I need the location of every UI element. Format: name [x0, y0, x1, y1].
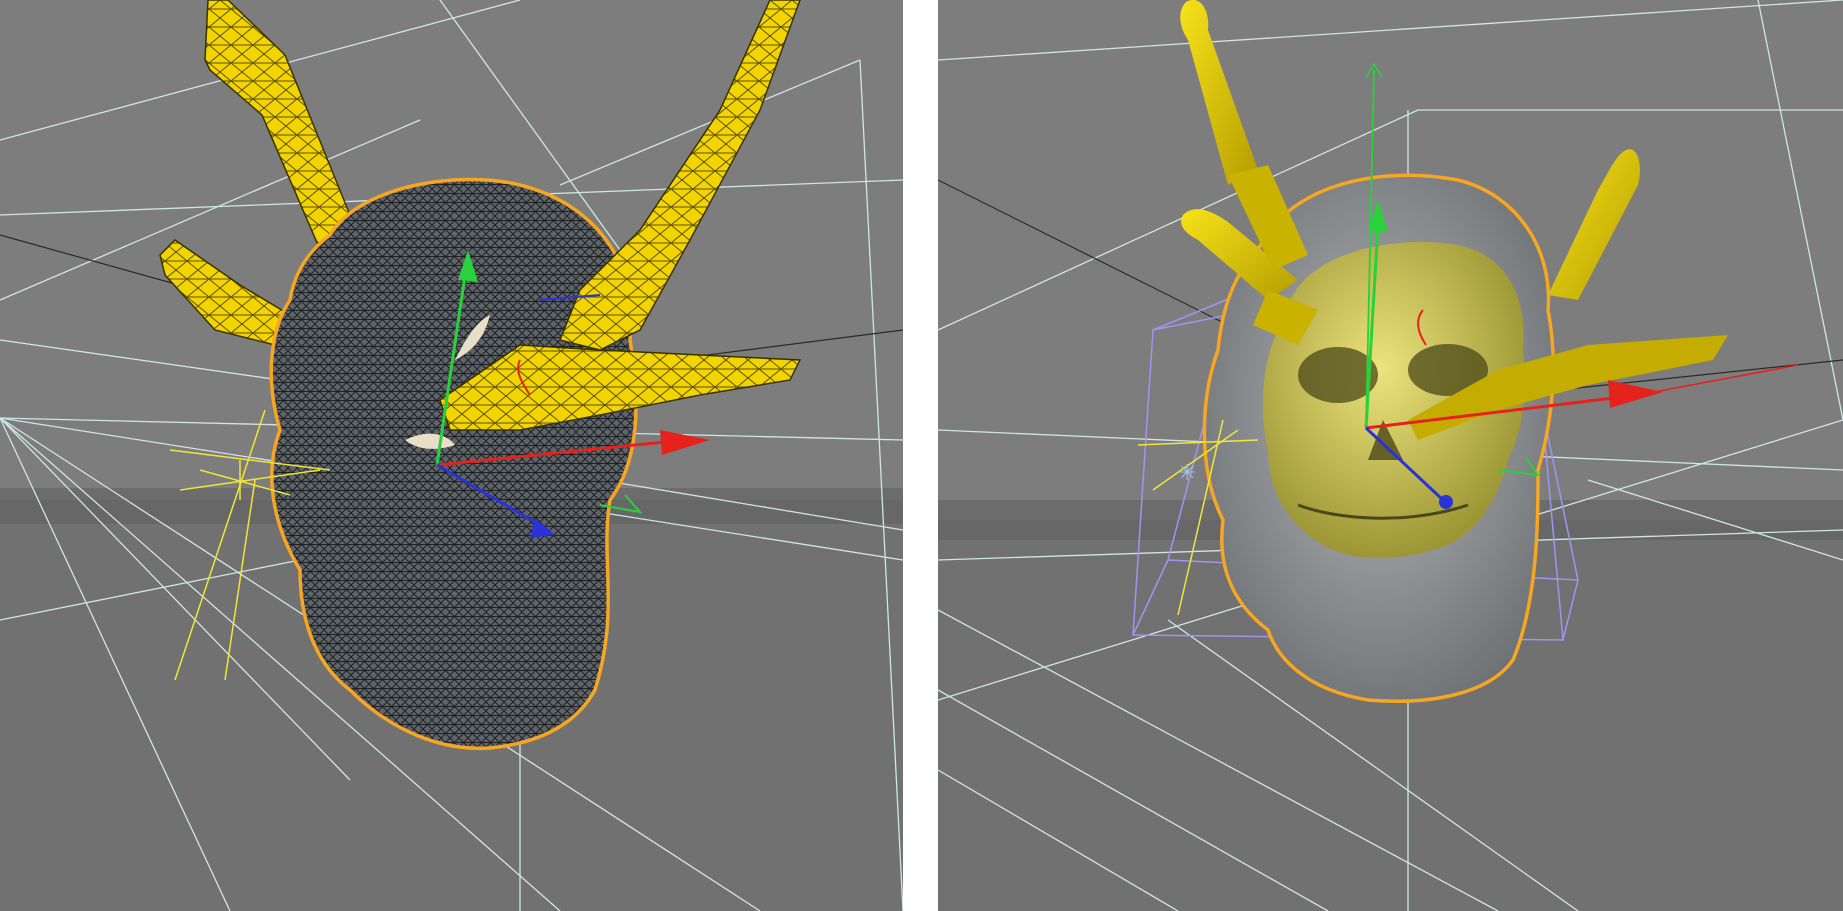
dual-viewport-screen: ✳ [0, 0, 1843, 911]
viewport-right-canvas[interactable]: ✳ [938, 0, 1843, 911]
viewport-right-shaded[interactable]: ✳ [938, 0, 1843, 911]
viewport-left-canvas[interactable] [0, 0, 903, 911]
light-star-icon[interactable]: ✳ [1178, 461, 1196, 486]
viewport-left-wireframe[interactable] [0, 0, 903, 911]
